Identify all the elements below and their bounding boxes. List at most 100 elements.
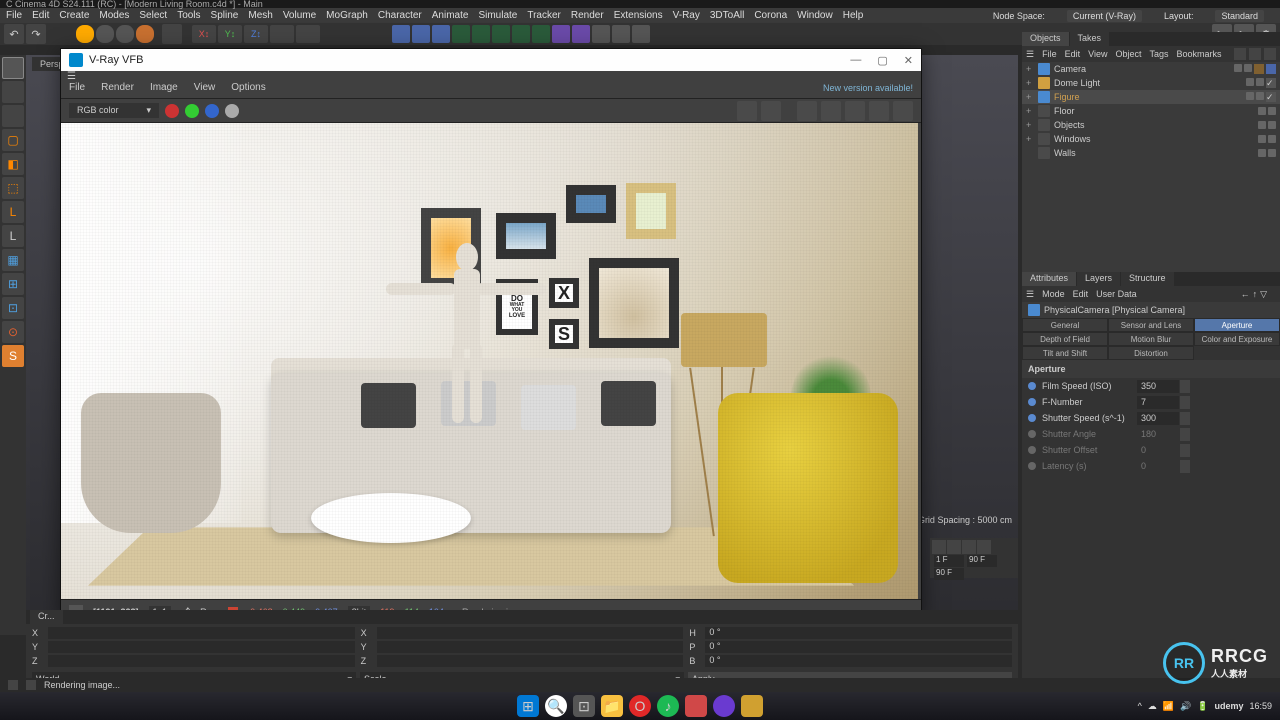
obj-menu-bookmarks[interactable]: Bookmarks <box>1177 49 1222 59</box>
channel-green-icon[interactable] <box>185 104 199 118</box>
tab-objects[interactable]: Objects <box>1022 32 1069 46</box>
spinner-icon[interactable] <box>1180 396 1190 409</box>
menu-window[interactable]: Window <box>797 10 833 21</box>
obj-menu-object[interactable]: Object <box>1115 49 1141 59</box>
menu-vray[interactable]: V-Ray <box>673 10 700 21</box>
vfb-save-icon[interactable] <box>737 101 757 121</box>
expand-icon[interactable]: + <box>1026 78 1034 88</box>
menu-mograph[interactable]: MoGraph <box>326 10 368 21</box>
nav-back-icon[interactable]: ← <box>1241 289 1250 300</box>
size-x-input[interactable] <box>377 627 684 639</box>
subtab-tiltshift[interactable]: Tilt and Shift <box>1022 346 1108 360</box>
gen-cloner-icon[interactable] <box>512 25 530 43</box>
nav-filter-icon[interactable]: ▽ <box>1260 289 1267 300</box>
maximize-icon[interactable]: ▢ <box>877 54 887 67</box>
spotify-icon[interactable]: ♪ <box>657 695 679 717</box>
tray-chevron-icon[interactable]: ^ <box>1138 701 1142 711</box>
vfb-menu-view[interactable]: View <box>194 82 216 93</box>
subtab-general[interactable]: General <box>1022 318 1108 332</box>
input-shutterspeed[interactable]: 300 <box>1137 412 1179 425</box>
layout-dropdown[interactable]: Standard <box>1215 10 1264 22</box>
subtab-colorexp[interactable]: Color and Exposure <box>1194 332 1280 346</box>
spinner-icon[interactable] <box>1180 380 1190 393</box>
gen-extrude-icon[interactable] <box>472 25 490 43</box>
taskview-icon[interactable]: ⊡ <box>573 695 595 717</box>
hamburger-icon[interactable]: ☰ <box>1026 289 1034 300</box>
tag-icon[interactable] <box>1254 64 1264 74</box>
vfb-menu-file[interactable]: File <box>69 82 85 93</box>
tree-item-figure[interactable]: + Figure ✓ <box>1022 90 1280 104</box>
channel-blue-icon[interactable] <box>205 104 219 118</box>
attr-menu-mode[interactable]: Mode <box>1042 289 1065 299</box>
pos-z-input[interactable] <box>48 655 355 667</box>
menu-render[interactable]: Render <box>571 10 604 21</box>
tab-takes[interactable]: Takes <box>1070 32 1110 46</box>
obj-search-icon[interactable] <box>1234 48 1246 60</box>
enable-check[interactable]: ✓ <box>1266 78 1276 88</box>
visibility-render-toggle[interactable] <box>1244 64 1252 72</box>
menu-mesh[interactable]: Mesh <box>248 10 272 21</box>
redo-icon[interactable]: ↷ <box>26 24 46 44</box>
obj-eye-icon[interactable] <box>1249 48 1261 60</box>
nav-up-icon[interactable]: ↑ <box>1253 289 1258 300</box>
point-mode-icon[interactable]: ⬚ <box>2 177 24 199</box>
app-icon[interactable] <box>713 695 735 717</box>
subtab-aperture[interactable]: Aperture <box>1194 318 1280 332</box>
tree-item-floor[interactable]: + Floor <box>1022 104 1280 118</box>
menu-animate[interactable]: Animate <box>432 10 469 21</box>
coord-object-icon[interactable] <box>296 25 320 43</box>
menu-extensions[interactable]: Extensions <box>614 10 663 21</box>
visibility-render-toggle[interactable] <box>1268 149 1276 157</box>
nodespace-dropdown[interactable]: Current (V-Ray) <box>1067 10 1142 22</box>
subtab-dof[interactable]: Depth of Field <box>1022 332 1108 346</box>
enable-check[interactable]: ✓ <box>1266 92 1276 102</box>
input-fnumber[interactable]: 7 <box>1137 396 1179 409</box>
obj-filter-icon[interactable] <box>1264 48 1276 60</box>
size-y-input[interactable] <box>377 641 684 653</box>
hamburger-icon[interactable]: ☰ <box>67 71 76 77</box>
end-frame[interactable]: 90 F <box>934 568 964 580</box>
enable-axis-icon[interactable]: L <box>2 225 24 247</box>
prim-cube-icon[interactable] <box>392 25 410 43</box>
status-info-icon[interactable] <box>26 680 36 690</box>
tree-item-domelight[interactable]: + Dome Light ✓ <box>1022 76 1280 90</box>
render-output[interactable]: DOWHATYOULOVE X S <box>61 123 918 599</box>
explorer-icon[interactable]: 📁 <box>601 695 623 717</box>
tray-wifi-icon[interactable]: 📶 <box>1163 701 1174 712</box>
tray-volume-icon[interactable]: 🔊 <box>1180 701 1191 712</box>
rot-b-input[interactable]: 0 ° <box>705 655 1012 667</box>
taskbar-time[interactable]: 16:59 <box>1249 701 1272 711</box>
menu-select[interactable]: Select <box>139 10 167 21</box>
anim-dot-icon[interactable] <box>1028 382 1036 390</box>
tree-item-camera[interactable]: + Camera <box>1022 62 1280 76</box>
tag-add-icon[interactable] <box>632 25 650 43</box>
tray-cloud-icon[interactable]: ☁ <box>1148 701 1157 712</box>
expand-icon[interactable]: + <box>1026 106 1034 116</box>
menu-help[interactable]: Help <box>843 10 864 21</box>
vfb-region-icon[interactable] <box>797 101 817 121</box>
goto-start-icon[interactable] <box>932 540 946 554</box>
visibility-editor-toggle[interactable] <box>1246 78 1254 86</box>
tree-item-objects[interactable]: + Objects <box>1022 118 1280 132</box>
poly-mode-icon[interactable]: ◧ <box>2 153 24 175</box>
menu-spline[interactable]: Spline <box>211 10 239 21</box>
size-z-input[interactable] <box>377 655 684 667</box>
visibility-render-toggle[interactable] <box>1268 135 1276 143</box>
channel-dropdown[interactable]: RGB color▾ <box>69 103 159 118</box>
visibility-editor-toggle[interactable] <box>1258 135 1266 143</box>
menu-modes[interactable]: Modes <box>99 10 129 21</box>
expand-icon[interactable]: + <box>1026 120 1034 130</box>
axis-z-toggle[interactable]: Z↕ <box>244 25 268 43</box>
hamburger-icon[interactable]: ☰ <box>1026 49 1034 60</box>
vfb-menu-image[interactable]: Image <box>150 82 178 93</box>
prev-key-icon[interactable] <box>947 540 961 554</box>
vfb-history-icon[interactable] <box>761 101 781 121</box>
tray-battery-icon[interactable]: 🔋 <box>1197 701 1208 712</box>
visibility-render-toggle[interactable] <box>1268 107 1276 115</box>
anim-dot-icon[interactable] <box>1028 398 1036 406</box>
search-icon[interactable]: 🔍 <box>545 695 567 717</box>
visibility-render-toggle[interactable] <box>1256 78 1264 86</box>
menu-tracker[interactable]: Tracker <box>527 10 561 21</box>
field-icon[interactable] <box>532 25 550 43</box>
obj-menu-file[interactable]: File <box>1042 49 1057 59</box>
